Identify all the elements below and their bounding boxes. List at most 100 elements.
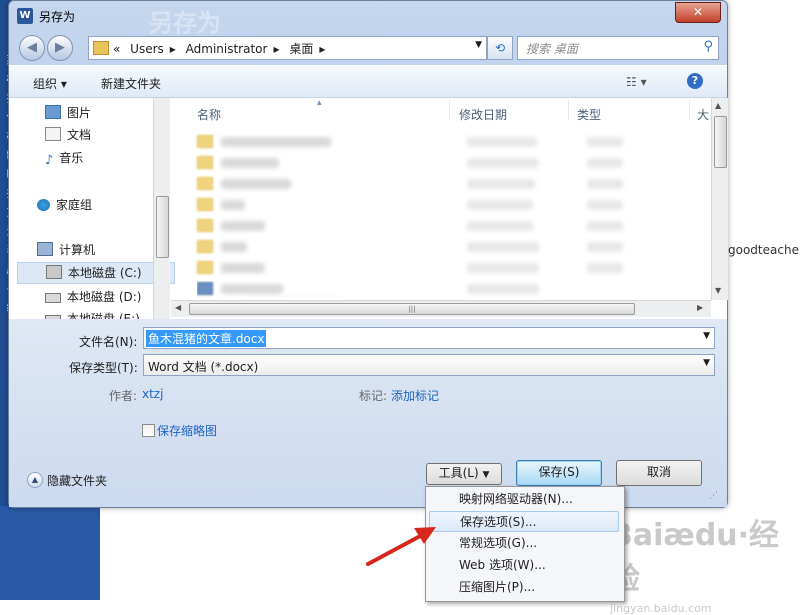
horizontal-scrollbar[interactable]: ◀ ||| ▶	[171, 300, 711, 317]
menu-item-save-options[interactable]: 保存选项(S)...	[429, 511, 619, 532]
file-row[interactable]	[197, 176, 677, 196]
folder-icon	[197, 135, 213, 148]
blurred-date	[467, 283, 539, 294]
hide-folders-button[interactable]: 隐藏文件夹	[47, 472, 107, 489]
column-name[interactable]: 名称	[197, 106, 221, 123]
file-row[interactable]	[197, 239, 677, 259]
folder-icon	[93, 41, 109, 55]
back-arrow-icon[interactable]: ◀	[19, 35, 45, 61]
menu-item-general-options[interactable]: 常规选项(G)...	[429, 533, 619, 554]
tools-menu: 映射网络驱动器(N)... 保存选项(S)... 常规选项(G)... Web …	[425, 486, 625, 602]
blurred-type	[587, 136, 623, 147]
filetype-select[interactable]: Word 文档 (*.docx) ▼	[143, 354, 715, 376]
save-button[interactable]: 保存(S)	[516, 460, 602, 486]
menu-item-web-options[interactable]: Web 选项(W)...	[429, 555, 619, 576]
nav-item-music[interactable]: ♪ 音乐	[45, 149, 83, 169]
filename-input[interactable]: 鱼木混猪的文章.docx ▼	[143, 327, 715, 349]
search-input[interactable]: 搜索 桌面 ⚲	[517, 36, 719, 60]
search-icon: ⚲	[703, 39, 713, 54]
column-size[interactable]: 大	[697, 106, 709, 123]
tags-value[interactable]: 添加标记	[391, 387, 439, 404]
column-divider[interactable]	[689, 100, 690, 120]
save-form: 文件名(N): 鱼木混猪的文章.docx ▼ 保存类型(T): Word 文档 …	[9, 319, 727, 507]
save-as-dialog: W 另存为 另存为 ✕ ◀ ▶ « Users ▸ Administrator ▸ …	[8, 0, 728, 508]
title-bar[interactable]: W 另存为 另存为 ✕	[9, 1, 727, 37]
organize-button[interactable]: 组织 ▾	[33, 75, 67, 92]
resize-grip-icon[interactable]: ⋰	[709, 491, 718, 501]
filetype-value: Word 文档 (*.docx)	[148, 360, 259, 374]
navigation-row: ◀ ▶ « Users ▸ Administrator ▸ 桌面 ▸ ▼ ⟲ 搜索 桌…	[9, 33, 727, 63]
file-list: 名称 ▴ 修改日期 类型 大 ◀ ||| ▶ ▲ ▼	[171, 98, 728, 320]
scroll-up-icon[interactable]: ▲	[715, 101, 721, 110]
breadcrumb-administrator[interactable]: Administrator	[186, 42, 268, 56]
nav-item-drive-d[interactable]: 本地磁盘 (D:)	[45, 288, 141, 308]
breadcrumb-desktop[interactable]: 桌面	[289, 42, 313, 56]
sort-up-icon: ▴	[317, 98, 322, 108]
nav-item-label: 文档	[67, 128, 92, 142]
nav-item-computer[interactable]: 计算机	[37, 241, 95, 261]
file-row[interactable]	[197, 197, 677, 217]
blurred-type	[587, 199, 623, 210]
author-value[interactable]: xtzj	[142, 387, 163, 401]
close-button[interactable]: ✕	[675, 2, 721, 23]
blurred-date	[467, 262, 539, 273]
computer-icon	[37, 242, 53, 256]
nav-scrollbar[interactable]	[153, 98, 170, 320]
file-row[interactable]	[197, 134, 677, 154]
blurred-name	[221, 157, 279, 168]
column-divider[interactable]	[449, 100, 450, 120]
thumbnail-label[interactable]: 保存缩略图	[157, 422, 217, 439]
thumbnail-checkbox[interactable]	[142, 424, 155, 437]
view-options-icon[interactable]: ☷ ▾	[626, 75, 647, 89]
documents-icon	[45, 127, 61, 141]
breadcrumb-users[interactable]: Users	[130, 42, 164, 56]
column-type[interactable]: 类型	[577, 106, 601, 123]
nav-item-documents[interactable]: 文档	[45, 126, 91, 146]
tools-button-label: 工具(L)	[438, 466, 479, 480]
address-bar[interactable]: « Users ▸ Administrator ▸ 桌面 ▸ ▼	[88, 36, 487, 60]
search-placeholder: 搜索 桌面	[526, 42, 578, 56]
filename-value: 鱼木混猪的文章.docx	[146, 330, 267, 347]
chevron-up-icon[interactable]: ▲	[27, 472, 43, 488]
menu-item-map-network-drive[interactable]: 映射网络驱动器(N)...	[429, 489, 619, 510]
new-folder-button[interactable]: 新建文件夹	[101, 75, 161, 92]
file-row[interactable]	[197, 218, 677, 238]
column-modified[interactable]: 修改日期	[459, 106, 507, 123]
blurred-name	[221, 136, 331, 147]
file-row[interactable]	[197, 260, 677, 280]
nav-item-pictures[interactable]: 图片	[45, 104, 91, 124]
folder-icon	[197, 198, 213, 211]
scrollbar-thumb[interactable]: |||	[189, 303, 635, 315]
scroll-left-icon[interactable]: ◀	[175, 303, 181, 312]
nav-item-drive-c[interactable]: 本地磁盘 (C:)	[17, 262, 175, 284]
word-app-icon: W	[17, 8, 33, 24]
file-list-scrollbar[interactable]: ▲ ▼	[711, 98, 728, 300]
background-panel	[0, 506, 100, 600]
scroll-down-icon[interactable]: ▼	[715, 286, 721, 295]
scrollbar-thumb[interactable]	[714, 116, 727, 168]
nav-item-label: 家庭组	[56, 198, 93, 212]
folder-icon	[197, 177, 213, 190]
chevron-down-icon[interactable]: ▼	[475, 40, 482, 50]
file-row[interactable]	[197, 155, 677, 175]
watermark-url: jingyan.baidu.com	[610, 602, 712, 615]
help-icon[interactable]: ?	[687, 73, 703, 89]
chevron-down-icon[interactable]: ▼	[703, 331, 710, 341]
nav-item-homegroup[interactable]: 家庭组	[37, 196, 92, 216]
cancel-button[interactable]: 取消	[616, 460, 702, 486]
blurred-name	[221, 178, 291, 189]
refresh-icon[interactable]: ⟲	[487, 36, 513, 60]
tools-button[interactable]: 工具(L) ▼	[426, 463, 502, 485]
forward-arrow-icon[interactable]: ▶	[47, 35, 73, 61]
navigation-pane: 图片 文档 ♪ 音乐 家庭组 计算机 本地磁盘 (C:) 本地磁盘 (D:) 本地…	[9, 98, 175, 320]
browser-area: 图片 文档 ♪ 音乐 家庭组 计算机 本地磁盘 (C:) 本地磁盘 (D:) 本地…	[9, 97, 728, 320]
tags-label: 标记:	[359, 389, 388, 403]
blurred-name	[221, 283, 283, 294]
file-row[interactable]	[197, 281, 677, 297]
blurred-type	[587, 157, 623, 168]
nav-scrollbar-thumb[interactable]	[156, 196, 169, 258]
menu-item-compress-pictures[interactable]: 压缩图片(P)...	[429, 577, 619, 598]
scroll-right-icon[interactable]: ▶	[697, 303, 703, 312]
column-divider[interactable]	[568, 100, 569, 120]
blurred-name	[221, 241, 247, 252]
